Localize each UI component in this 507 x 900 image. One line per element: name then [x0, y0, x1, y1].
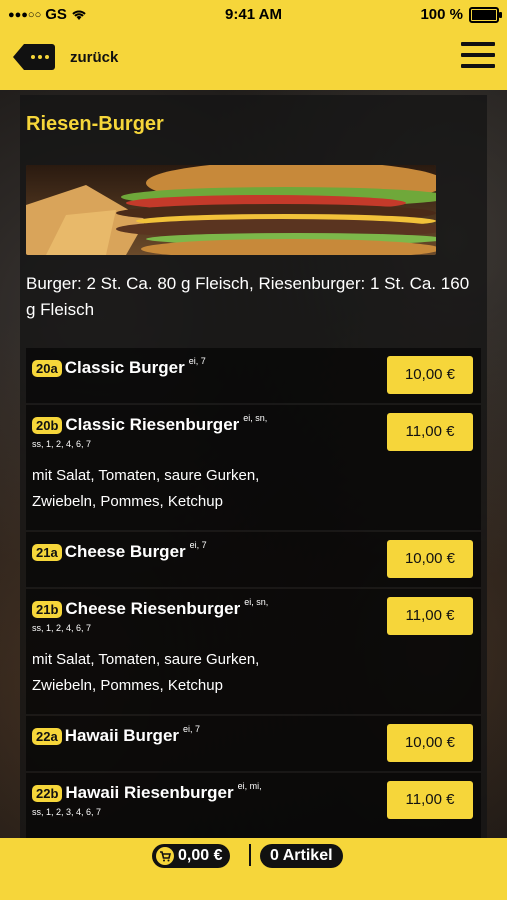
cart-total-button[interactable]: 0,00 € [152, 844, 231, 868]
cart-icon [156, 847, 174, 865]
top-nav-bar: zurück [0, 30, 507, 90]
add-to-cart-button[interactable]: 10,00 € [387, 724, 473, 762]
status-bar: ●●●○○ GS 9:41 AM 100 % [0, 0, 507, 30]
item-name: Hawaii Riesenburger [65, 783, 234, 802]
menu-item-info: 22a Hawaii Burger ei, 7 [32, 724, 201, 746]
hamburger-line [461, 42, 495, 46]
hamburger-line [461, 64, 495, 68]
cart-divider [249, 844, 251, 866]
item-description: mit Salat, Tomaten, saure Gurken, Zwiebe… [32, 651, 260, 694]
item-codes: ss, 1, 2, 4, 6, 7 [32, 623, 92, 633]
add-to-cart-button[interactable]: 11,00 € [387, 781, 473, 819]
menu-item-info: 21b Cheese Riesenburger ei, sn, ss, 1, 2, … [32, 597, 322, 699]
menu-button[interactable] [461, 42, 495, 72]
menu-item: 21b Cheese Riesenburger ei, sn, ss, 1, 2, … [26, 589, 481, 715]
burger-image [26, 165, 436, 255]
menu-item: 22b Hawaii Riesenburger ei, mi, ss, 1, 2, … [26, 773, 481, 838]
cart-total: 0,00 € [178, 847, 223, 864]
category-description: Burger: 2 St. Ca. 80 g Fleisch, Riesenbu… [26, 274, 470, 319]
item-allergens: ei, sn, [244, 597, 269, 607]
item-name: Classic Burger [64, 358, 185, 377]
item-allergens: ei, 7 [188, 356, 206, 366]
article-count-button[interactable]: 0 Artikel [260, 844, 343, 868]
item-codes: ss, 1, 2, 3, 4, 6, 7 [32, 807, 102, 817]
battery-info: 100 % [420, 6, 502, 23]
menu-item-info: 20a Classic Burger ei, 7 [32, 356, 206, 378]
category-title: Riesen-Burger [26, 113, 164, 135]
back-button[interactable] [12, 42, 56, 72]
item-description: mit Salat, Tomaten, saure Gurken, Zwiebe… [32, 467, 260, 510]
item-number: 22a [32, 727, 62, 745]
back-label[interactable]: zurück [70, 49, 118, 66]
menu-item: 20b Classic Riesenburger ei, sn, ss, 1, 2,… [26, 405, 481, 531]
item-name: Hawaii Burger [64, 726, 180, 745]
item-name: Classic Riesenburger [65, 415, 240, 434]
menu-item: 21a Cheese Burger ei, 7 10,00 € [26, 532, 481, 588]
item-number: 20a [32, 359, 62, 377]
battery-icon [469, 6, 502, 23]
cart-bar: 0,00 € 0 Artikel [0, 838, 507, 900]
battery-percent: 100 % [420, 6, 463, 23]
item-number: 21a [32, 543, 62, 561]
item-name: Cheese Riesenburger [65, 599, 241, 618]
menu-item: 20a Classic Burger ei, 7 10,00 € [26, 348, 481, 404]
item-allergens: ei, sn, [243, 413, 268, 423]
item-allergens: ei, 7 [183, 724, 201, 734]
menu-panel: Riesen-Burger Burger: 2 St. Ca. 80 g Fle… [20, 95, 487, 838]
item-number: 21b [32, 600, 63, 618]
item-number: 20b [32, 416, 63, 434]
back-arrow-icon [13, 44, 55, 70]
hamburger-line [461, 53, 495, 57]
item-codes: ss, 1, 2, 4, 6, 7 [32, 439, 92, 449]
add-to-cart-button[interactable]: 11,00 € [387, 413, 473, 451]
menu-item-info: 21a Cheese Burger ei, 7 [32, 540, 207, 562]
menu-item-info: 22b Hawaii Riesenburger ei, mi, ss, 1, 2, … [32, 781, 262, 817]
add-to-cart-button[interactable]: 11,00 € [387, 597, 473, 635]
item-allergens: ei, 7 [189, 540, 207, 550]
menu-item: 22a Hawaii Burger ei, 7 10,00 € [26, 716, 481, 772]
add-to-cart-button[interactable]: 10,00 € [387, 356, 473, 394]
menu-item-info: 20b Classic Riesenburger ei, sn, ss, 1, 2,… [32, 413, 322, 515]
item-number: 22b [32, 784, 63, 802]
category-image [26, 165, 436, 255]
add-to-cart-button[interactable]: 10,00 € [387, 540, 473, 578]
item-name: Cheese Burger [64, 542, 186, 561]
item-allergens: ei, mi, [237, 781, 262, 791]
